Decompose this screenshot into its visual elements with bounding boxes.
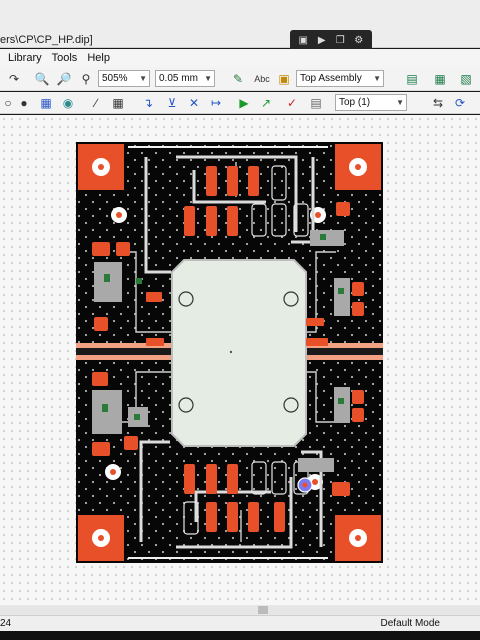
layer-select[interactable]: Top (1) ▼ <box>335 94 407 111</box>
scrollbar-thumb[interactable] <box>258 606 268 614</box>
pcb-layout <box>76 142 383 563</box>
report-icon[interactable]: ▤ <box>308 95 324 111</box>
mounting-pad <box>78 144 124 190</box>
chevron-down-icon: ▼ <box>396 98 404 107</box>
mounting-pad <box>78 515 124 561</box>
menu-tools[interactable]: Tools <box>47 52 83 64</box>
menu-library[interactable]: Library <box>0 52 47 64</box>
assembly-select[interactable]: Top Assembly ▼ <box>296 70 384 87</box>
pcb-board[interactable] <box>76 142 383 563</box>
mode-indicator: Default Mode <box>380 618 440 629</box>
connect-icon[interactable]: ↦ <box>208 95 224 111</box>
coordinate-readout: 24 <box>0 618 12 629</box>
edit-icon[interactable]: ✎ <box>230 71 246 87</box>
redo-icon[interactable]: ↷ <box>6 71 22 87</box>
rotate-icon[interactable]: ⟳ <box>452 95 468 111</box>
assembly-value: Top Assembly <box>300 73 362 84</box>
image-icon[interactable]: ▣ <box>276 71 292 87</box>
window-title: ers\CP\CP_HP.dip] <box>0 34 93 46</box>
layer-value: Top (1) <box>339 97 371 108</box>
zoom-value: 505% <box>102 73 128 84</box>
grid-value: 0.05 mm <box>159 73 198 84</box>
horizontal-scrollbar[interactable] <box>0 605 480 615</box>
camera-icon[interactable]: ▣ <box>297 36 309 46</box>
video-icon[interactable]: ▶ <box>316 36 328 46</box>
distribute-icon[interactable]: ▧ <box>458 71 474 87</box>
split-icon[interactable]: ⊻ <box>164 95 180 111</box>
export-icon[interactable]: ↗ <box>258 95 274 111</box>
route-icon[interactable]: ▦ <box>38 95 54 111</box>
line-icon[interactable]: ∕ <box>88 95 104 111</box>
grid-size-select[interactable]: 0.05 mm ▼ <box>155 70 215 87</box>
trace-icon[interactable]: ↴ <box>140 95 156 111</box>
chevron-down-icon: ▼ <box>204 74 212 83</box>
via-icon[interactable]: ◉ <box>60 95 76 111</box>
cross-icon[interactable]: ✕ <box>186 95 202 111</box>
grid-icon[interactable]: ▦ <box>110 95 126 111</box>
dot-icon[interactable]: ● <box>16 95 32 111</box>
text-tool-button[interactable]: Abc <box>252 71 272 87</box>
main-toolbar: ↷ 🔍 🔎 ⚲ 505% ▼ 0.05 mm ▼ ✎ Abc ▣ Top Ass… <box>0 67 480 91</box>
title-bar: ers\CP\CP_HP.dip] ▣ ▶ ❐ ⚙ <box>0 0 480 52</box>
status-bar: 24 Default Mode <box>0 615 480 631</box>
zoom-fit-icon[interactable]: ⚲ <box>78 71 94 87</box>
circle-icon[interactable]: ○ <box>0 95 16 111</box>
zoom-select[interactable]: 505% ▼ <box>98 70 150 87</box>
drawing-toolbar: ○ ● ▦ ◉ ∕ ▦ ↴ ⊻ ✕ ↦ ▶ ↗ ✓ ▤ Top (1) ▼ ⇆ … <box>0 92 480 114</box>
play-icon[interactable]: ▶ <box>236 95 252 111</box>
chevron-down-icon: ▼ <box>373 74 381 83</box>
mounting-pad <box>335 515 381 561</box>
monitor-bezel <box>0 631 480 640</box>
copy-icon[interactable]: ❐ <box>334 36 346 46</box>
component-icon[interactable]: ▤ <box>404 71 420 87</box>
menu-bar: Library Tools Help <box>0 49 480 67</box>
chevron-down-icon: ▼ <box>139 74 147 83</box>
menu-help[interactable]: Help <box>82 52 115 64</box>
drc-check-icon[interactable]: ✓ <box>284 95 300 111</box>
flip-icon[interactable]: ⇆ <box>430 95 446 111</box>
zoom-out-icon[interactable]: 🔎 <box>56 71 72 87</box>
align-icon[interactable]: ▦ <box>432 71 448 87</box>
mounting-pad <box>335 144 381 190</box>
gear-icon[interactable]: ⚙ <box>353 36 365 46</box>
zoom-in-icon[interactable]: 🔍 <box>34 71 50 87</box>
